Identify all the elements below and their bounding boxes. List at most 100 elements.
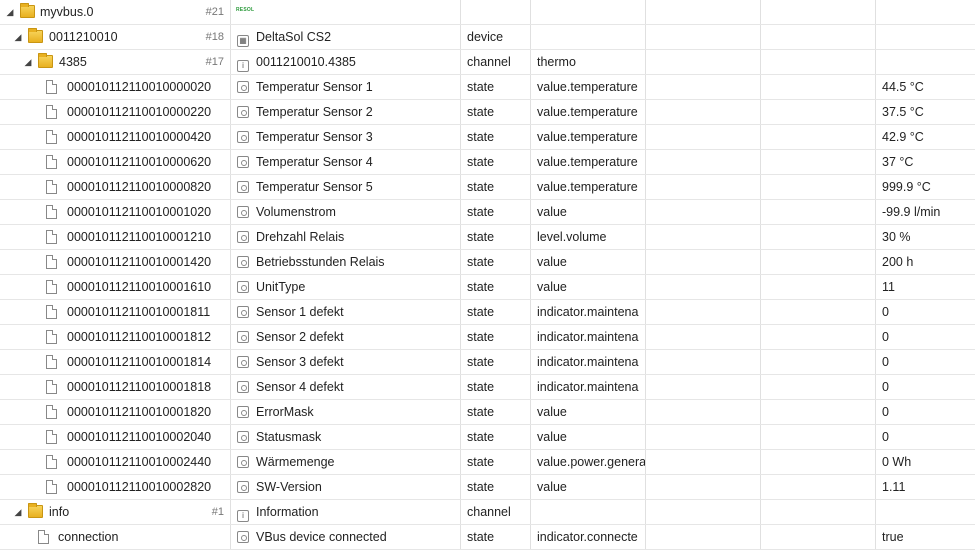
tree-state-row[interactable]: 000010112110010001210 Drehzahl Relais stat… — [0, 225, 975, 250]
tree-state-row[interactable]: 000010112110010001420 Betriebsstunden Rel… — [0, 250, 975, 275]
object-value[interactable] — [876, 500, 975, 524]
object-value[interactable]: 30 % — [876, 225, 975, 249]
object-value[interactable]: 0 — [876, 350, 975, 374]
object-value[interactable]: 37.5 °C — [876, 100, 975, 124]
object-id-cell[interactable]: ◢ info #1 — [0, 500, 231, 524]
room-cell[interactable] — [646, 250, 761, 274]
tree-folder-row[interactable]: ◢ myvbus.0 #21 RESOL — [0, 0, 975, 25]
function-cell[interactable] — [761, 500, 876, 524]
object-value[interactable]: 0 Wh — [876, 450, 975, 474]
collapse-toggle-icon[interactable]: ◢ — [4, 0, 16, 24]
object-name-cell[interactable]: Temperatur Sensor 3 — [231, 125, 461, 149]
object-name-cell[interactable]: SW-Version — [231, 475, 461, 499]
object-id-cell[interactable]: 000010112110010002820 — [0, 475, 231, 499]
room-cell[interactable] — [646, 225, 761, 249]
function-cell[interactable] — [761, 75, 876, 99]
function-cell[interactable] — [761, 475, 876, 499]
object-id-cell[interactable]: 000010112110010001812 — [0, 325, 231, 349]
object-name-cell[interactable]: Sensor 2 defekt — [231, 325, 461, 349]
room-cell[interactable] — [646, 175, 761, 199]
tree-folder-row[interactable]: ◢ 4385 #17 i 0011210010.4385 channel thermo — [0, 50, 975, 75]
object-name-cell[interactable]: Temperatur Sensor 2 — [231, 100, 461, 124]
room-cell[interactable] — [646, 400, 761, 424]
function-cell[interactable] — [761, 300, 876, 324]
room-cell[interactable] — [646, 50, 761, 74]
object-id-cell[interactable]: 000010112110010001811 — [0, 300, 231, 324]
object-name-cell[interactable]: ErrorMask — [231, 400, 461, 424]
object-name-cell[interactable]: Temperatur Sensor 5 — [231, 175, 461, 199]
tree-state-row[interactable]: 000010112110010001811 Sensor 1 defekt stat… — [0, 300, 975, 325]
tree-state-row[interactable]: 000010112110010001812 Sensor 2 defekt stat… — [0, 325, 975, 350]
function-cell[interactable] — [761, 25, 876, 49]
tree-state-row[interactable]: 000010112110010002440 Wärmemenge state valu… — [0, 450, 975, 475]
object-name-cell[interactable]: Sensor 4 defekt — [231, 375, 461, 399]
object-value[interactable]: 200 h — [876, 250, 975, 274]
object-id-cell[interactable]: 000010112110010002440 — [0, 450, 231, 474]
object-value[interactable]: 0 — [876, 300, 975, 324]
object-value[interactable]: 0 — [876, 400, 975, 424]
function-cell[interactable] — [761, 50, 876, 74]
tree-state-row[interactable]: 000010112110010000420 Temperatur Sensor 3… — [0, 125, 975, 150]
object-name-cell[interactable]: ▦ DeltaSol CS2 — [231, 25, 461, 49]
room-cell[interactable] — [646, 375, 761, 399]
function-cell[interactable] — [761, 100, 876, 124]
collapse-toggle-icon[interactable]: ◢ — [22, 50, 34, 74]
object-value[interactable]: 1.11 — [876, 475, 975, 499]
tree-folder-row[interactable]: ◢ 0011210010 #18 ▦ DeltaSol CS2 device — [0, 25, 975, 50]
tree-state-row[interactable]: 000010112110010000820 Temperatur Sensor 5… — [0, 175, 975, 200]
room-cell[interactable] — [646, 325, 761, 349]
object-value[interactable]: 44.5 °C — [876, 75, 975, 99]
object-name-cell[interactable]: Wärmemenge — [231, 450, 461, 474]
room-cell[interactable] — [646, 25, 761, 49]
object-id-cell[interactable]: 000010112110010000820 — [0, 175, 231, 199]
tree-state-row[interactable]: 000010112110010000220 Temperatur Sensor 2… — [0, 100, 975, 125]
tree-state-row[interactable]: 000010112110010002820 SW-Version state valu… — [0, 475, 975, 500]
object-value[interactable]: true — [876, 525, 975, 549]
object-value[interactable]: 11 — [876, 275, 975, 299]
object-name-cell[interactable]: Drehzahl Relais — [231, 225, 461, 249]
function-cell[interactable] — [761, 425, 876, 449]
room-cell[interactable] — [646, 125, 761, 149]
room-cell[interactable] — [646, 300, 761, 324]
object-id-cell[interactable]: ◢ 4385 #17 — [0, 50, 231, 74]
function-cell[interactable] — [761, 175, 876, 199]
object-id-cell[interactable]: 000010112110010000620 — [0, 150, 231, 174]
object-name-cell[interactable]: i 0011210010.4385 — [231, 50, 461, 74]
function-cell[interactable] — [761, 450, 876, 474]
object-id-cell[interactable]: 000010112110010000020 — [0, 75, 231, 99]
room-cell[interactable] — [646, 525, 761, 549]
tree-state-row[interactable]: 000010112110010001814 Sensor 3 defekt stat… — [0, 350, 975, 375]
function-cell[interactable] — [761, 125, 876, 149]
object-value[interactable]: 42.9 °C — [876, 125, 975, 149]
object-id-cell[interactable]: 000010112110010000420 — [0, 125, 231, 149]
tree-state-row[interactable]: 000010112110010000020 Temperatur Sensor 1… — [0, 75, 975, 100]
object-name-cell[interactable]: Temperatur Sensor 1 — [231, 75, 461, 99]
room-cell[interactable] — [646, 275, 761, 299]
object-id-cell[interactable]: 000010112110010001420 — [0, 250, 231, 274]
function-cell[interactable] — [761, 275, 876, 299]
room-cell[interactable] — [646, 0, 761, 24]
room-cell[interactable] — [646, 100, 761, 124]
function-cell[interactable] — [761, 400, 876, 424]
object-value[interactable]: -99.9 l/min — [876, 200, 975, 224]
object-value[interactable]: 0 — [876, 425, 975, 449]
object-value[interactable]: 999.9 °C — [876, 175, 975, 199]
object-value[interactable] — [876, 25, 975, 49]
tree-state-row[interactable]: 000010112110010000620 Temperatur Sensor 4… — [0, 150, 975, 175]
room-cell[interactable] — [646, 200, 761, 224]
object-value[interactable]: 37 °C — [876, 150, 975, 174]
function-cell[interactable] — [761, 350, 876, 374]
function-cell[interactable] — [761, 150, 876, 174]
object-name-cell[interactable]: Volumenstrom — [231, 200, 461, 224]
object-name-cell[interactable]: RESOL — [231, 0, 461, 24]
room-cell[interactable] — [646, 475, 761, 499]
object-value[interactable]: 0 — [876, 375, 975, 399]
object-name-cell[interactable]: UnitType — [231, 275, 461, 299]
object-id-cell[interactable]: 000010112110010000220 — [0, 100, 231, 124]
object-value[interactable] — [876, 50, 975, 74]
object-id-cell[interactable]: 000010112110010001814 — [0, 350, 231, 374]
tree-state-row[interactable]: connection VBus device connected state indi… — [0, 525, 975, 550]
function-cell[interactable] — [761, 200, 876, 224]
object-value[interactable] — [876, 0, 975, 24]
function-cell[interactable] — [761, 525, 876, 549]
